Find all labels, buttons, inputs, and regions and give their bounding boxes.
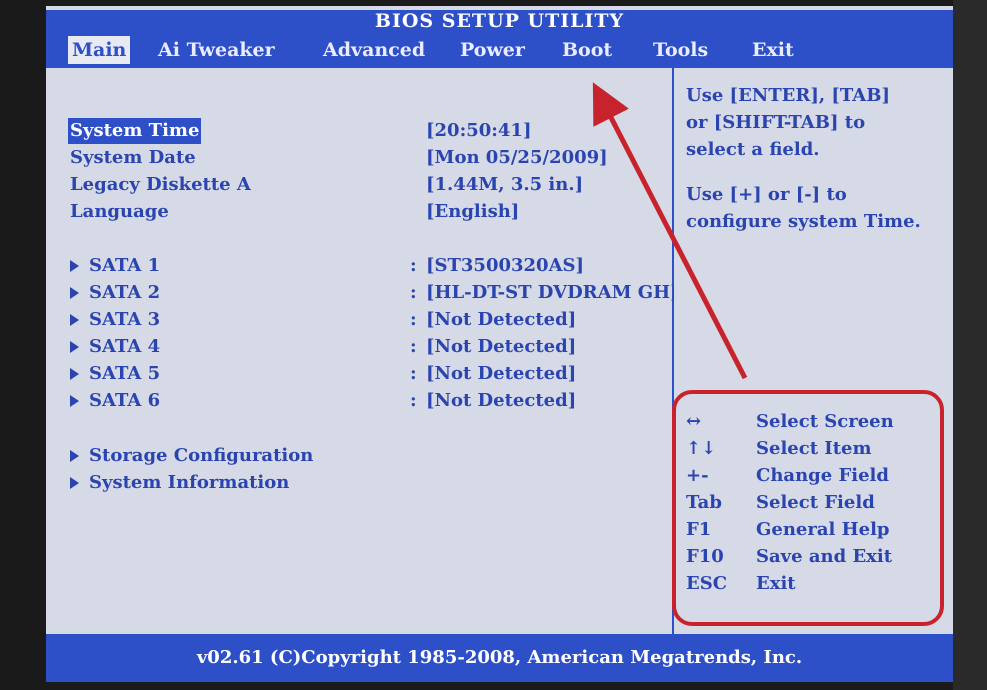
annotation-arrow-icon xyxy=(592,82,748,380)
